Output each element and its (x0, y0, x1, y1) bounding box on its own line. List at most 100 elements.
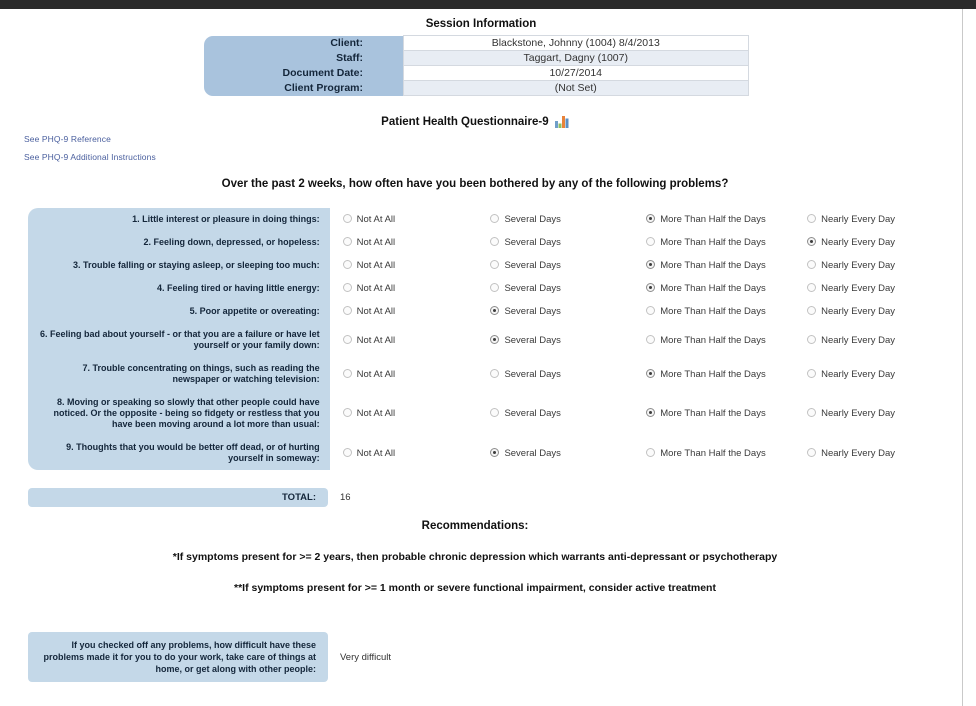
bar-chart-icon[interactable] (554, 115, 569, 128)
radio-q6-opt1[interactable] (342, 334, 352, 344)
session-value: Blackstone, Johnny (1004) 8/4/2013 (403, 35, 749, 51)
option-cell[interactable]: Several Days (490, 277, 646, 300)
radio-q8-opt3[interactable] (646, 408, 656, 417)
option-label: Several Days (504, 334, 561, 346)
session-value: Taggart, Dagny (1007) (403, 50, 749, 66)
option-label: More Than Half the Days (660, 306, 766, 317)
question-row: 7. Trouble concentrating on things, such… (28, 357, 962, 391)
question-row: 1. Little interest or pleasure in doing … (28, 208, 962, 231)
option-cell[interactable]: Not At All (330, 357, 491, 391)
option-cell[interactable]: Nearly Every Day (807, 391, 962, 436)
form-title-row: Patient Health Questionnaire-9 (0, 115, 956, 128)
radio-q8-opt2[interactable] (490, 408, 500, 417)
radio-q1-opt1[interactable] (342, 214, 352, 223)
radio-q5-opt2[interactable] (490, 306, 500, 315)
radio-q7-opt3[interactable] (646, 368, 656, 378)
option-cell[interactable]: Several Days (490, 391, 646, 436)
radio-q5-opt3[interactable] (646, 306, 656, 315)
radio-q7-opt4[interactable] (807, 368, 817, 378)
radio-q1-opt2[interactable] (490, 214, 500, 223)
option-cell[interactable]: Several Days (490, 208, 646, 231)
radio-q3-opt3[interactable] (646, 260, 656, 269)
radio-q2-opt2[interactable] (490, 237, 500, 246)
option-cell[interactable]: Nearly Every Day (807, 300, 962, 323)
option-cell[interactable]: More Than Half the Days (646, 231, 807, 254)
radio-q7-opt2[interactable] (490, 368, 500, 378)
radio-q7-opt1[interactable] (342, 368, 352, 378)
option-cell[interactable]: Several Days (490, 300, 646, 323)
option-cell[interactable]: More Than Half the Days (646, 323, 807, 357)
radio-q3-opt4[interactable] (807, 260, 817, 269)
session-label: Client Program: (203, 80, 404, 96)
option-cell[interactable]: Nearly Every Day (807, 231, 962, 254)
option-cell[interactable]: Nearly Every Day (807, 277, 962, 300)
radio-q3-opt1[interactable] (342, 260, 352, 269)
radio-q8-opt1[interactable] (342, 408, 352, 417)
radio-q1-opt3[interactable] (646, 214, 656, 223)
question-label: 1. Little interest or pleasure in doing … (28, 208, 330, 231)
option-cell[interactable]: Several Days (490, 254, 646, 277)
option-cell[interactable]: Several Days (490, 357, 646, 391)
option-cell[interactable]: More Than Half the Days (646, 254, 807, 277)
radio-q2-opt1[interactable] (342, 237, 352, 246)
option-label: Several Days (504, 306, 561, 317)
option-label: Nearly Every Day (821, 260, 896, 271)
radio-q4-opt2[interactable] (490, 283, 500, 292)
option-cell[interactable]: Nearly Every Day (807, 254, 962, 277)
session-label: Document Date: (203, 65, 404, 81)
option-cell[interactable]: Nearly Every Day (807, 323, 962, 357)
radio-q1-opt4[interactable] (807, 214, 817, 223)
option-cell[interactable]: Not At All (330, 300, 491, 323)
option-label: Several Days (504, 368, 561, 380)
radio-q6-opt4[interactable] (807, 334, 817, 344)
option-cell[interactable]: Several Days (490, 231, 646, 254)
option-cell[interactable]: Not At All (330, 254, 491, 277)
question-row: 9. Thoughts that you would be better off… (28, 436, 962, 470)
session-row: Client: Blackstone, Johnny (1004) 8/4/201… (203, 35, 749, 51)
radio-q4-opt4[interactable] (807, 283, 817, 292)
difficulty-row: If you checked off any problems, how dif… (28, 632, 962, 682)
radio-q9-opt3[interactable] (646, 447, 656, 457)
option-cell[interactable]: Not At All (330, 231, 491, 254)
radio-q4-opt3[interactable] (646, 283, 656, 292)
option-cell[interactable]: More Than Half the Days (646, 300, 807, 323)
radio-q9-opt2[interactable] (490, 447, 500, 457)
radio-q6-opt3[interactable] (646, 334, 656, 344)
radio-q6-opt2[interactable] (490, 334, 500, 344)
radio-q8-opt4[interactable] (807, 408, 817, 417)
radio-q4-opt1[interactable] (342, 283, 352, 292)
option-cell[interactable]: Not At All (330, 391, 491, 436)
browser-chrome-bar (0, 0, 976, 9)
option-cell[interactable]: Not At All (330, 277, 491, 300)
radio-q3-opt2[interactable] (490, 260, 500, 269)
session-row: Client Program: (Not Set) (203, 80, 749, 96)
option-label: Not At All (356, 368, 396, 380)
radio-q9-opt4[interactable] (807, 447, 817, 457)
option-cell[interactable]: More Than Half the Days (646, 357, 807, 391)
option-cell[interactable]: Nearly Every Day (807, 357, 962, 391)
link-phq9-additional-instructions[interactable]: See PHQ-9 Additional Instructions (24, 152, 962, 162)
option-cell[interactable]: Not At All (330, 436, 491, 470)
radio-q5-opt4[interactable] (807, 306, 817, 315)
question-label: 7. Trouble concentrating on things, such… (28, 357, 330, 391)
radio-q5-opt1[interactable] (342, 306, 352, 315)
option-cell[interactable]: Several Days (490, 323, 646, 357)
option-cell[interactable]: Nearly Every Day (807, 208, 962, 231)
option-cell[interactable]: More Than Half the Days (646, 436, 807, 470)
question-row: 6. Feeling bad about yourself - or that … (28, 323, 962, 357)
question-label: 9. Thoughts that you would be better off… (28, 436, 330, 470)
option-label: Nearly Every Day (821, 237, 896, 248)
option-cell[interactable]: More Than Half the Days (646, 391, 807, 436)
option-cell[interactable]: Nearly Every Day (807, 436, 962, 470)
option-cell[interactable]: More Than Half the Days (646, 277, 807, 300)
radio-q2-opt3[interactable] (646, 237, 656, 246)
radio-q9-opt1[interactable] (342, 447, 352, 457)
option-cell[interactable]: Not At All (330, 323, 491, 357)
link-phq9-reference[interactable]: See PHQ-9 Reference (24, 134, 962, 144)
option-cell[interactable]: More Than Half the Days (646, 208, 807, 231)
questions-table: 1. Little interest or pleasure in doing … (28, 208, 962, 470)
option-cell[interactable]: Several Days (490, 436, 646, 470)
option-cell[interactable]: Not At All (330, 208, 491, 231)
document-page: Session Information Client: Blackstone, J… (0, 9, 963, 706)
radio-q2-opt4[interactable] (807, 237, 817, 246)
